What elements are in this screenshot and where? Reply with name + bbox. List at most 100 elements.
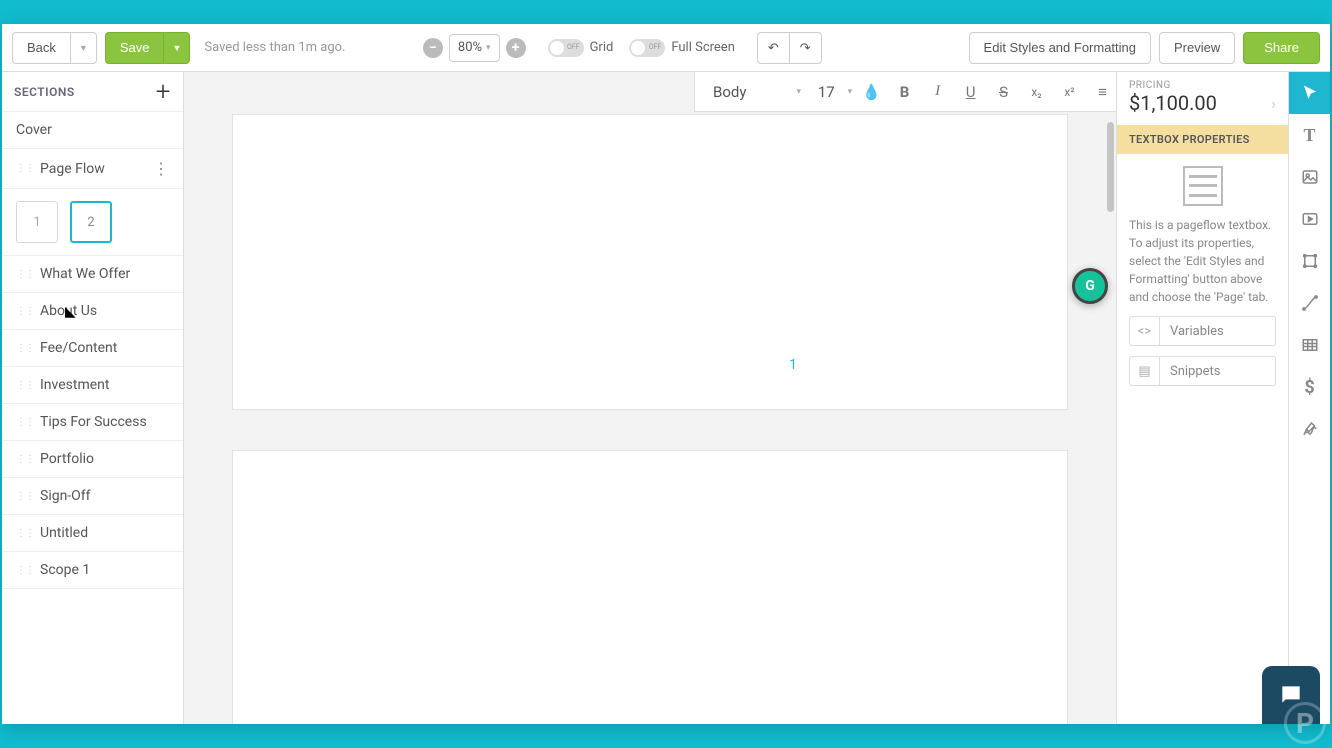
document-page-2[interactable]: Click to add c... [232,450,1068,724]
font-size-input[interactable]: 17 [811,83,842,101]
caret-down-icon[interactable]: ▾ [848,87,853,97]
chevron-right-icon[interactable]: › [1271,94,1276,113]
section-label: What We Offer [40,266,130,282]
document-page-1[interactable]: 1 [232,114,1068,410]
caret-down-icon: ▾ [486,43,491,53]
section-item-sign-off[interactable]: ⋮⋮ Sign-Off [2,478,183,515]
section-label: Untitled [40,525,88,541]
right-toolbar-group: Edit Styles and Formatting Preview Share [969,32,1320,64]
preview-button[interactable]: Preview [1159,32,1235,64]
textbox-icon [1183,166,1223,206]
drag-handle-icon[interactable]: ⋮⋮ [16,343,34,354]
page-thumbs: 1 2 [2,189,183,256]
toggle-off-label: OFF [567,43,580,51]
textbox-properties-body: This is a pageflow textbox. To adjust it… [1117,154,1288,398]
variables-button[interactable]: <> Variables [1129,316,1276,346]
text-color-icon[interactable]: 💧 [858,77,885,107]
section-more-icon[interactable]: ⋮ [153,159,169,178]
section-item-page-flow[interactable]: ⋮⋮ Page Flow ⋮ [2,149,183,189]
pricing-section[interactable]: PRICING $1,100.00 › [1117,72,1288,115]
shape-tool-icon[interactable] [1289,240,1331,282]
snippets-button[interactable]: ▤ Snippets [1129,356,1276,386]
drag-handle-icon[interactable]: ⋮⋮ [16,380,34,391]
zoom-select[interactable]: 80% ▾ [449,34,500,62]
edit-styles-button[interactable]: Edit Styles and Formatting [969,32,1151,64]
page-thumb-2[interactable]: 2 [70,201,112,243]
section-item-what-we-offer[interactable]: ⋮⋮ What We Offer [2,256,183,293]
vertical-scrollbar-thumb[interactable] [1107,122,1114,212]
fullscreen-label: Full Screen [671,40,735,55]
section-item-untitled[interactable]: ⋮⋮ Untitled [2,515,183,552]
page-thumb-1[interactable]: 1 [16,201,58,243]
superscript-button[interactable]: x² [1056,77,1083,107]
grammarly-badge[interactable]: G [1072,268,1108,304]
share-button[interactable]: Share [1243,32,1320,64]
redo-button[interactable]: ↷ [789,32,822,64]
app-window: Back ▼ Save ▼ Saved less than 1m ago. − … [2,24,1330,724]
section-item-cover[interactable]: Cover [2,112,183,149]
toggle-off-label: OFF [649,43,662,51]
fullscreen-toggle[interactable]: OFF [629,39,665,57]
video-tool-icon[interactable] [1289,198,1331,240]
section-label: Tips For Success [40,414,147,430]
zoom-in-button[interactable]: + [506,38,526,58]
paragraph-style-select[interactable]: Body▾ [705,79,805,105]
back-button[interactable]: Back [12,32,70,64]
grid-label: Grid [590,40,614,55]
format-toolbar: Body▾ 17 ▾ 💧 B I U S x₂ x² ≡▾ ≡▾ ☰▾ ⋮≡▾ … [694,72,1116,112]
pricing-amount: $1,100.00 [1129,91,1217,115]
bold-button[interactable]: B [891,77,918,107]
zoom-out-button[interactable]: − [423,38,443,58]
section-label: Sign-Off [40,488,91,504]
drag-handle-icon[interactable]: ⋮⋮ [16,306,34,317]
table-tool-icon[interactable] [1289,324,1331,366]
section-item-investment[interactable]: ⋮⋮ Investment [2,367,183,404]
pointer-tool-icon[interactable] [1289,72,1331,114]
pricing-tool-icon[interactable]: $ [1289,366,1331,408]
drag-handle-icon[interactable]: ⋮⋮ [16,528,34,539]
section-item-scope-1[interactable]: ⋮⋮ Scope 1 [2,552,183,589]
signature-tool-icon[interactable] [1289,408,1331,450]
save-button[interactable]: Save [105,32,164,64]
drag-handle-icon[interactable]: ⋮⋮ [16,454,34,465]
undo-button[interactable]: ↶ [757,32,789,64]
image-tool-icon[interactable] [1289,156,1331,198]
zoom-value: 80% [458,40,482,55]
right-tool-rail: T $ [1288,72,1330,724]
top-toolbar: Back ▼ Save ▼ Saved less than 1m ago. − … [2,24,1330,72]
snippets-icon: ▤ [1130,357,1160,385]
strikethrough-button[interactable]: S [990,77,1017,107]
section-label: Investment [40,377,109,393]
section-item-about-us[interactable]: ⋮⋮About Us [2,293,183,330]
text-tool-icon[interactable]: T [1289,114,1331,156]
caret-down-icon: ▾ [796,87,801,97]
sections-list: Cover ⋮⋮Page Flow ⋮ 1 2 ⋮⋮What We Offer … [2,112,183,589]
section-label: Scope 1 [40,562,90,578]
back-dropdown[interactable]: ▼ [70,32,97,64]
sections-title: SECTIONS [14,85,75,99]
sections-sidebar: SECTIONS + Cover ⋮⋮ Page Flow ⋮ 1 2 ⋮⋮ Wha… [2,72,184,724]
add-section-button[interactable]: + [156,79,171,105]
grid-toggle[interactable]: OFF [548,39,584,57]
section-item-tips[interactable]: ⋮⋮ Tips For Success [2,404,183,441]
section-item-portfolio[interactable]: ⋮⋮Portfolio [2,441,183,478]
section-item-fee-content[interactable]: ⋮⋮Fee/Content [2,330,183,367]
section-label: Page Flow [40,161,105,177]
drag-handle-icon[interactable]: ⋮⋮ [16,269,34,280]
drag-handle-icon[interactable]: ⋮⋮ [16,417,34,428]
drag-handle-icon[interactable]: ⋮⋮ [16,491,34,502]
drag-handle-icon[interactable]: ⋮⋮ [16,565,34,576]
back-button-group: Back ▼ [12,32,97,64]
drag-handle-icon[interactable]: ⋮⋮ [16,163,34,174]
pricing-value-row: $1,100.00 › [1129,91,1276,115]
watermark-logo: P [1284,702,1326,744]
variables-icon: <> [1130,317,1160,345]
subscript-button[interactable]: x₂ [1023,77,1050,107]
italic-button[interactable]: I [924,77,951,107]
save-dropdown[interactable]: ▼ [163,32,190,64]
underline-button[interactable]: U [957,77,984,107]
line-spacing-button[interactable]: ≡ [1089,77,1116,107]
save-status-text: Saved less than 1m ago. [204,40,345,55]
document-canvas[interactable]: Body▾ 17 ▾ 💧 B I U S x₂ x² ≡▾ ≡▾ ☰▾ ⋮≡▾ … [184,72,1116,724]
line-tool-icon[interactable] [1289,282,1331,324]
